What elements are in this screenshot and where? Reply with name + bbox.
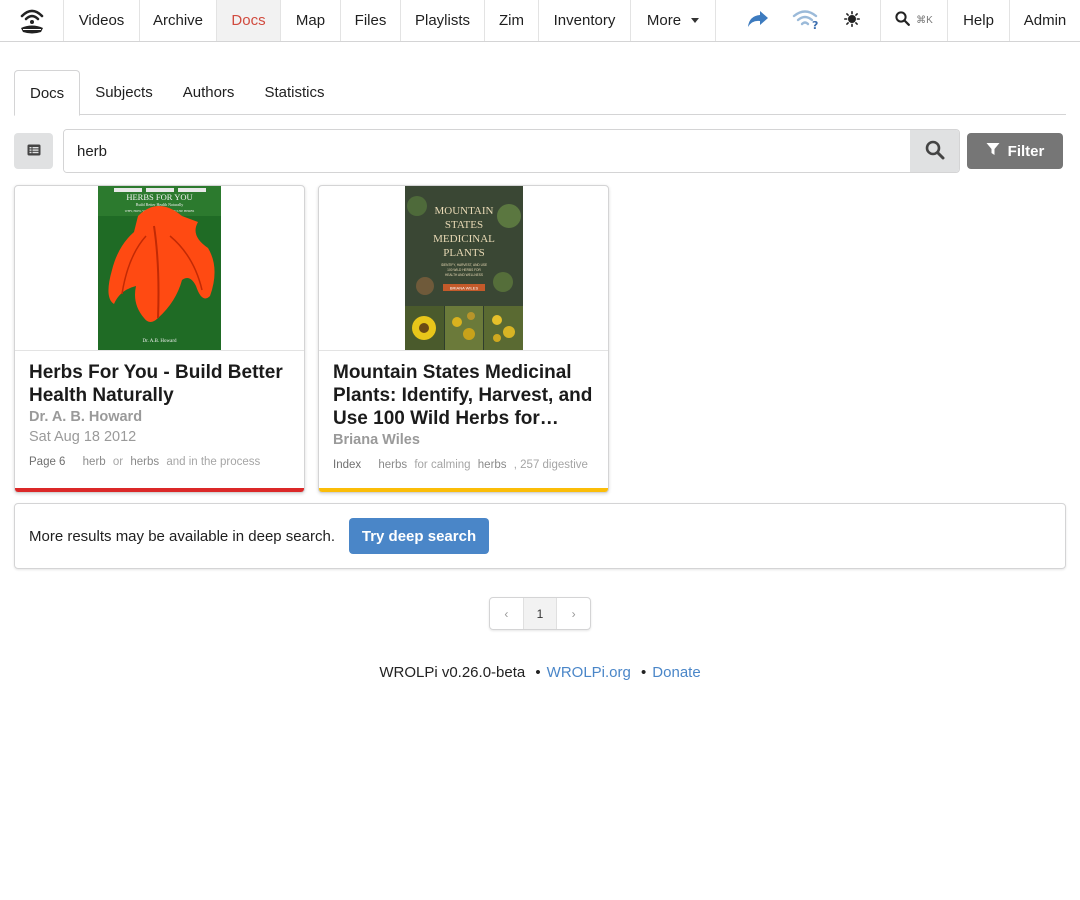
cover-title-line: MOUNTAIN [434,205,493,217]
book-cover-image[interactable]: MOUNTAIN STATES MEDICINAL PLANTS IDENTIF… [404,186,523,350]
theme-toggle-icon[interactable] [844,11,860,30]
excerpt-text: , 257 digestive [513,459,588,471]
card-color-bar [319,488,608,492]
wrolpi-logo-icon[interactable] [0,0,64,41]
search-submit-button[interactable] [910,130,959,172]
nav-search-button[interactable]: ⌘K [880,0,948,41]
nav-zim[interactable]: Zim [485,0,539,41]
footer-separator: • [641,664,647,681]
wifi-unknown-icon[interactable]: ? [792,8,822,33]
nav-archive[interactable]: Archive [140,0,217,41]
pagination-prev[interactable]: ‹ [490,598,523,629]
filter-button[interactable]: Filter [967,133,1063,169]
excerpt-text: or [112,456,124,468]
tab-authors[interactable]: Authors [168,70,250,115]
card-author[interactable]: Dr. A. B. Howard [29,407,290,427]
card-date: Sat Aug 18 2012 [29,429,137,445]
filter-icon [986,142,1000,160]
filter-label: Filter [1007,142,1045,160]
cover-author: Dr. A.B. Howard [142,339,177,344]
tab-subjects[interactable]: Subjects [80,70,168,115]
card-excerpt: Index herbs for calming herbs , 257 dige… [333,459,594,471]
footer-site-link[interactable]: WROLPi.org [547,664,631,681]
excerpt-text: for calming [414,459,471,471]
search-input[interactable] [64,130,910,172]
list-icon [27,143,41,159]
card-author[interactable]: Briana Wiles [333,430,594,450]
card-excerpt: Page 6 herb or herbs and in the process [29,456,290,468]
chevron-down-icon [691,18,700,23]
card-content: Mountain States Medicinal Plants: Identi… [319,351,608,471]
search-icon [925,140,945,163]
search-bar [63,129,960,173]
card-title[interactable]: Mountain States Medicinal Plants: Identi… [333,361,594,430]
cover-subtitle-line: IDENTIFY, HARVEST, AND USE [440,263,486,267]
pagination-next[interactable]: › [557,598,590,629]
cover-title-line: STATES [444,219,482,231]
result-card[interactable]: MOUNTAIN STATES MEDICINAL PLANTS IDENTIF… [318,185,609,493]
tab-statistics[interactable]: Statistics [249,70,339,115]
pagination: ‹ 1 › [489,597,591,630]
footer: WROLPi v0.26.0-beta • WROLPi.org • Donate [0,664,1080,681]
card-color-bar [15,488,304,492]
card-content: Herbs For You - Build Better Health Natu… [15,351,304,468]
excerpt-highlight: herbs [378,459,408,471]
nav-videos[interactable]: Videos [64,0,140,41]
card-cover-area: MOUNTAIN STATES MEDICINAL PLANTS IDENTIF… [319,186,608,351]
book-cover-image[interactable]: HERBS FOR YOU Build Better Health Natura… [98,186,221,350]
status-icons: ? [746,0,880,41]
view-toggle-button[interactable] [14,133,53,169]
footer-separator: • [535,664,541,681]
pagination-page[interactable]: 1 [522,598,558,629]
result-card[interactable]: HERBS FOR YOU Build Better Health Natura… [14,185,305,493]
top-menu: Videos Archive Docs Map Files Playlists … [0,0,1080,42]
excerpt-highlight: herbs [130,456,160,468]
search-shortcut: ⌘K [916,15,933,26]
deep-search-message: More results may be available in deep se… [14,503,1066,569]
excerpt-highlight: herb [82,456,106,468]
tab-docs[interactable]: Docs [14,70,81,116]
share-icon[interactable] [746,9,770,32]
docs-tabs: Docs Subjects Authors Statistics [14,70,1066,116]
nav-inventory[interactable]: Inventory [539,0,631,41]
nav-playlists[interactable]: Playlists [401,0,485,41]
footer-version: WROLPi v0.26.0-beta [379,664,526,681]
card-title[interactable]: Herbs For You - Build Better Health Natu… [29,361,290,407]
excerpt-highlight: herbs [477,459,507,471]
nav-more-label: More [646,12,682,29]
cover-author: BRIANA WILES [449,286,478,291]
nav-more-dropdown[interactable]: More [631,0,716,41]
nav-files[interactable]: Files [341,0,401,41]
excerpt-page: Page 6 [29,456,66,468]
cover-subtitle-line: HEALTH AND WELLNESS [444,273,482,277]
excerpt-page: Index [333,459,362,471]
excerpt-text: and in the process [166,456,261,468]
cover-title-line: MEDICINAL [433,233,495,245]
nav-help[interactable]: Help [948,0,1010,41]
nav-docs[interactable]: Docs [217,0,281,41]
cover-subtitle-line: 100 WILD HERBS FOR [447,268,481,272]
try-deep-search-button[interactable]: Try deep search [349,518,489,554]
deep-search-text: More results may be available in deep se… [29,527,335,545]
card-cover-area: HERBS FOR YOU Build Better Health Natura… [15,186,304,351]
nav-admin[interactable]: Admin [1010,0,1080,41]
cover-title: HERBS FOR YOU [126,192,192,202]
nav-map[interactable]: Map [281,0,341,41]
footer-donate-link[interactable]: Donate [652,664,700,681]
cover-title-line: PLANTS [443,247,485,259]
search-icon [895,11,911,30]
svg-text:?: ? [812,19,818,30]
